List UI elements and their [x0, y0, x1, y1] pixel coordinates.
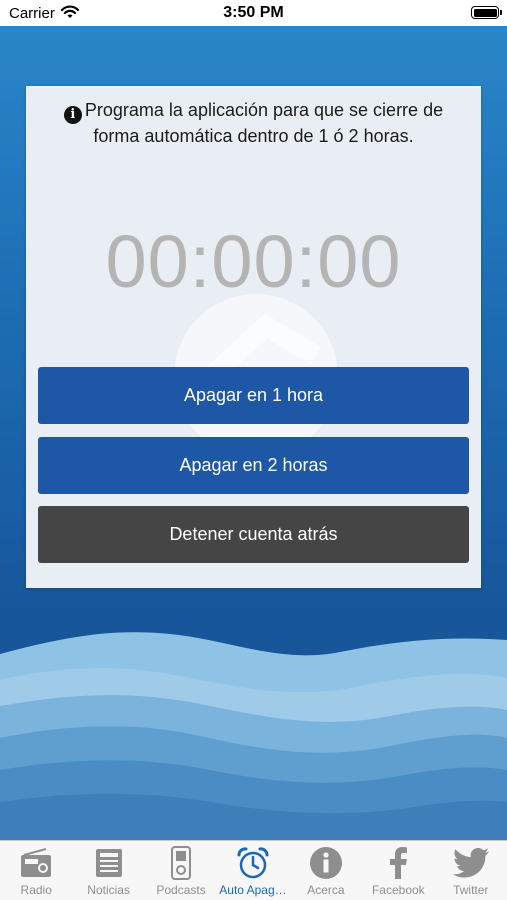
- info-text: Programa la aplicación para que se cierr…: [84, 100, 444, 146]
- tab-noticias[interactable]: Noticias: [72, 841, 144, 900]
- tab-auto-apagado[interactable]: Auto Apagado: [217, 841, 290, 900]
- tab-bar: Radio Noticias Podcasts Auto Apagado Ace…: [0, 840, 507, 900]
- tab-label: Auto Apagado: [219, 883, 290, 897]
- waves-decoration: [0, 632, 507, 840]
- shutdown-2-hours-button[interactable]: Apagar en 2 horas: [38, 437, 469, 494]
- info-icon: [308, 846, 344, 880]
- info-message: i Programa la aplicación para que se cier…: [40, 98, 467, 148]
- tab-twitter[interactable]: Twitter: [435, 841, 507, 900]
- tab-radio[interactable]: Radio: [0, 841, 72, 900]
- tab-label: Podcasts: [156, 883, 206, 897]
- podcast-player-icon: [163, 846, 199, 880]
- stop-countdown-button[interactable]: Detener cuenta atrás: [38, 506, 469, 563]
- info-icon: i: [63, 106, 82, 124]
- tab-label: Twitter: [453, 883, 489, 897]
- twitter-icon: [452, 846, 489, 880]
- status-bar: Carrier 3:50 PM: [0, 0, 507, 26]
- facebook-icon: [380, 846, 416, 880]
- tab-podcasts[interactable]: Podcasts: [145, 841, 217, 900]
- battery-icon: [471, 6, 502, 19]
- countdown-timer: 00:00:00: [105, 220, 402, 303]
- tab-label: Noticias: [87, 883, 130, 897]
- status-time: 3:50 PM: [223, 4, 284, 21]
- tab-acerca[interactable]: Acerca: [290, 841, 362, 900]
- alarm-clock-icon: [235, 846, 271, 880]
- tab-label: Facebook: [371, 883, 425, 897]
- auto-off-card: i Programa la aplicación para que se cier…: [26, 86, 481, 588]
- main-content: i Programa la aplicación para que se cier…: [0, 26, 507, 840]
- tab-label: Acerca: [307, 883, 345, 897]
- shutdown-1-hour-button[interactable]: Apagar en 1 hora: [38, 367, 469, 424]
- tab-label: Radio: [20, 883, 52, 897]
- newspaper-icon: [91, 846, 127, 880]
- tab-facebook[interactable]: Facebook: [362, 841, 434, 900]
- radio-icon: [18, 846, 54, 880]
